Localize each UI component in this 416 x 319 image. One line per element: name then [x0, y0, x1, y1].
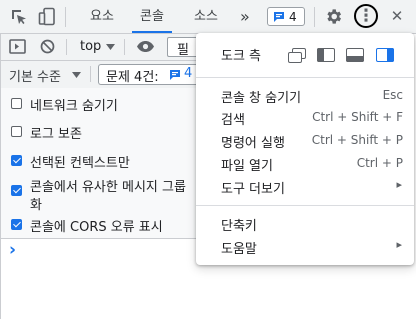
menu-item-open-file[interactable]: 파일 열기 Ctrl + P — [196, 153, 414, 174]
hide-network-checkbox[interactable] — [11, 98, 22, 109]
console-prompt-icon[interactable]: › — [9, 240, 16, 260]
tab-elements[interactable]: 요소 — [90, 0, 114, 33]
console-settings-pane: 네트워크 숨기기 로그 보존 선택된 컨텍스트만 콘솔에서 유사한 메시지 그룹… — [0, 88, 196, 239]
menu-item-label: 도움말 — [221, 242, 257, 257]
menu-item-hide-console[interactable]: 콘솔 창 숨기기 Esc — [196, 85, 414, 106]
setting-label: 네트워크 숨기기 — [30, 99, 118, 114]
menu-item-label: 검색 — [221, 113, 245, 128]
menu-item-label: 도구 더보기 — [221, 182, 285, 197]
live-expression-eye-icon[interactable] — [136, 40, 155, 53]
submenu-arrow-icon: ▸ — [396, 178, 402, 191]
issues-icon — [274, 12, 284, 22]
console-level-bar: 기본 수준 문제 4건: 4 — [0, 61, 196, 89]
show-cors-errors-checkbox[interactable] — [11, 219, 22, 230]
menu-separator — [196, 205, 414, 206]
menu-item-label: 명령어 실행 — [221, 136, 285, 151]
undock-button[interactable] — [288, 48, 308, 64]
toolbar-divider — [124, 39, 125, 55]
menu-item-label: 콘솔 창 숨기기 — [221, 91, 302, 106]
menu-item-label: 단축키 — [221, 219, 257, 234]
issues-count: 4 — [289, 10, 297, 24]
setting-label: 로그 보존 — [30, 127, 82, 142]
issues-badge[interactable]: 4 — [267, 7, 305, 26]
menu-item-run-command[interactable]: 명령어 실행 Ctrl + Shift + P — [196, 130, 414, 151]
filter-input[interactable]: 필터 — [167, 37, 196, 77]
menu-item-shortcut: Ctrl + P — [356, 156, 403, 170]
more-tabs-button[interactable]: » — [240, 0, 250, 33]
menu-item-help[interactable]: 도움말 ▸ — [196, 236, 414, 257]
submenu-arrow-icon: ▸ — [396, 238, 402, 251]
inspect-element-icon[interactable] — [10, 8, 28, 26]
setting-label-continued: 화 — [30, 198, 42, 213]
close-devtools-icon[interactable]: ✕ — [389, 7, 405, 25]
context-selector[interactable]: top — [80, 39, 101, 54]
menu-item-shortcut: Ctrl + Shift + F — [312, 110, 403, 124]
toolbar-divider — [314, 7, 315, 27]
issues-button[interactable]: 문제 4건: 4 — [98, 64, 196, 85]
settings-gear-icon[interactable] — [324, 7, 343, 26]
customize-devtools-menu: 도크 측 콘솔 창 숨기기 Esc 검색 Ctrl + Shift + F 명령… — [196, 33, 414, 265]
menu-item-shortcuts[interactable]: 단축키 — [196, 213, 414, 234]
setting-label: 선택된 컨텍스트만 — [30, 156, 130, 171]
menu-item-more-tools[interactable]: 도구 더보기 ▸ — [196, 176, 414, 197]
setting-label: 콘솔에 CORS 오류 표시 — [30, 220, 163, 235]
preserve-log-checkbox[interactable] — [11, 126, 22, 137]
chevron-down-icon — [72, 72, 81, 78]
tab-console[interactable]: 콘솔 — [132, 0, 172, 33]
menu-item-shortcut: Ctrl + Shift + P — [311, 133, 403, 147]
device-toolbar-icon[interactable] — [38, 7, 56, 27]
issues-count: 4 — [184, 66, 193, 81]
menu-item-label: 파일 열기 — [221, 159, 273, 174]
chevron-down-icon — [106, 44, 115, 50]
selected-context-only-checkbox[interactable] — [11, 155, 22, 166]
show-sidebar-icon[interactable] — [9, 39, 26, 54]
log-levels-dropdown[interactable]: 기본 수준 — [9, 66, 61, 85]
issues-icon — [170, 70, 180, 80]
devtools-tabbar: 요소 콘솔 소스 » 4 ⋮ ✕ — [0, 0, 416, 34]
console-toolbar: top 필터 — [0, 34, 196, 77]
toolbar-divider — [65, 7, 66, 27]
group-similar-checkbox[interactable] — [11, 185, 22, 196]
toolbar-divider — [90, 66, 91, 82]
setting-label: 콘솔에서 유사한 메시지 그룹 — [30, 180, 186, 195]
panel-border — [0, 33, 1, 319]
dock-bottom-button[interactable] — [346, 48, 364, 62]
menu-item-search[interactable]: 검색 Ctrl + Shift + F — [196, 107, 414, 128]
dock-right-button[interactable] — [376, 48, 394, 62]
menu-separator — [196, 77, 414, 78]
clear-console-icon[interactable] — [40, 39, 55, 54]
dock-side-label: 도크 측 — [221, 49, 262, 64]
dock-left-button[interactable] — [317, 48, 335, 62]
issues-label: 문제 4건: — [106, 70, 159, 85]
customize-menu-kebab-icon[interactable]: ⋮ — [357, 7, 375, 25]
tab-sources[interactable]: 소스 — [194, 0, 218, 33]
menu-item-shortcut: Esc — [382, 88, 403, 102]
toolbar-divider — [66, 39, 67, 55]
